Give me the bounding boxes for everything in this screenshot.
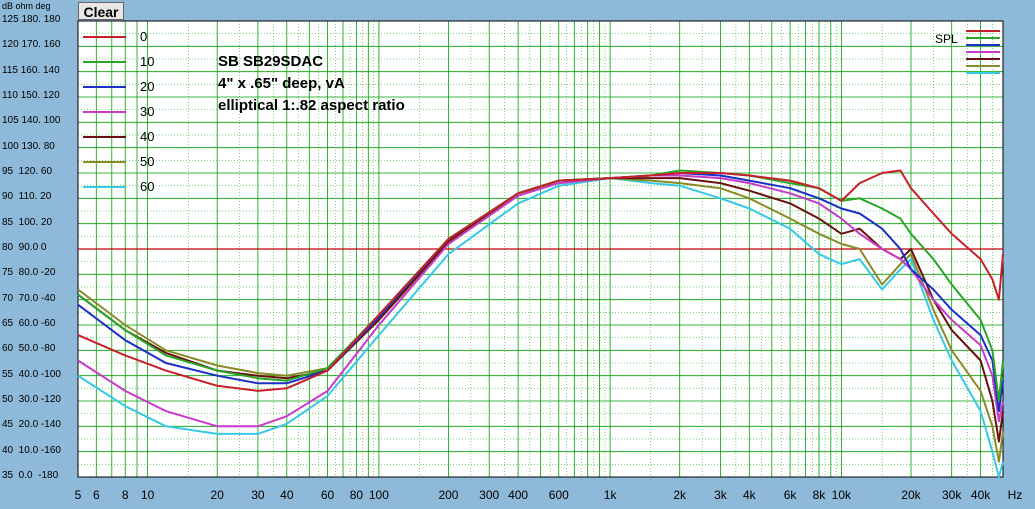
x-tick-label: 200 bbox=[438, 488, 459, 502]
legend-label-30: 30 bbox=[140, 104, 154, 119]
y-tick-label: 35 0.0 -180 bbox=[2, 470, 59, 481]
chart-window: 0 10 20 30 40 50 60 SPL SB SB29SDAC 4" x .65" d… bbox=[0, 0, 1035, 509]
y-tick-label: 125 180. 180 bbox=[2, 14, 61, 25]
y-tick-label: 80 90.0 0 bbox=[2, 242, 47, 253]
legend-label-40: 40 bbox=[140, 129, 154, 144]
legend-label-20: 20 bbox=[140, 79, 154, 94]
x-tick-label: 1k bbox=[603, 488, 617, 502]
annotation-line: SB SB29SDAC bbox=[218, 53, 323, 70]
x-tick-label: 30k bbox=[942, 488, 962, 502]
y-tick-label: 45 20.0 -140 bbox=[2, 419, 61, 431]
x-tick-label: 10k bbox=[831, 488, 852, 502]
legend-label-0: 0 bbox=[140, 29, 147, 44]
x-tick-label: 8 bbox=[121, 488, 129, 502]
axis-units-header: dB ohm deg bbox=[2, 1, 51, 11]
y-tick-label: 90 110. 20 bbox=[2, 191, 52, 203]
legend-label-10: 10 bbox=[140, 54, 154, 69]
y-tick-label: 60 50.0 -80 bbox=[2, 343, 56, 355]
y-tick-label: 100 130. 80 bbox=[2, 140, 55, 152]
y-tick-label: 75 80.0 -20 bbox=[2, 267, 56, 279]
x-tick-label: 80 bbox=[349, 488, 364, 502]
x-tick-label: 30 bbox=[251, 488, 265, 502]
x-tick-label: 20k bbox=[901, 488, 921, 502]
y-tick-label: 110 150. 120 bbox=[2, 90, 60, 101]
x-tick-label: 4k bbox=[742, 488, 756, 502]
spl-legend-label: SPL bbox=[935, 32, 958, 46]
y-tick-label: 70 70.0 -40 bbox=[2, 292, 56, 304]
x-tick-label: 600 bbox=[548, 488, 569, 502]
x-unit-label: Hz bbox=[1007, 488, 1023, 502]
y-tick-label: 55 40.0 -100 bbox=[2, 368, 61, 380]
y-tick-label: 120 170. 160 bbox=[2, 39, 61, 51]
x-tick-label: 20 bbox=[210, 488, 224, 502]
x-tick-label: 8k bbox=[812, 488, 826, 502]
x-tick-label: 60 bbox=[320, 488, 335, 502]
y-tick-label: 65 60.0 -60 bbox=[2, 318, 56, 329]
legend-label-50: 50 bbox=[140, 154, 154, 169]
y-tick-label: 115 160. 140 bbox=[2, 64, 60, 76]
y-tick-label: 40 10.0 -160 bbox=[2, 444, 61, 456]
x-tick-label: 2k bbox=[673, 488, 687, 502]
x-tick-label: 6 bbox=[92, 488, 100, 502]
annotation-line: 4" x .65" deep, vA bbox=[218, 75, 345, 92]
frequency-response-chart: 0 10 20 30 40 50 60 SPL SB SB29SDAC 4" x .65" d… bbox=[77, 20, 1004, 478]
x-tick-label: 400 bbox=[508, 488, 529, 502]
clear-button[interactable]: Clear bbox=[78, 2, 124, 20]
y-tick-label: 50 30.0 -120 bbox=[2, 394, 61, 405]
x-tick-label: 100 bbox=[368, 488, 389, 502]
x-tick-label: 40k bbox=[970, 488, 991, 502]
legend-label-60: 60 bbox=[140, 179, 154, 194]
x-tick-label: 6k bbox=[783, 488, 797, 502]
y-tick-label: 95 120. 60 bbox=[2, 166, 53, 177]
x-tick-label: 10 bbox=[140, 488, 155, 502]
x-tick-label: 5 bbox=[74, 488, 82, 502]
y-tick-label: 105 140. 100 bbox=[2, 115, 61, 127]
y-tick-label: 85 100. 20 bbox=[2, 216, 53, 228]
x-tick-label: 3k bbox=[714, 488, 727, 502]
annotation-line: elliptical 1:.82 aspect ratio bbox=[218, 97, 405, 114]
x-tick-label: 40 bbox=[280, 488, 294, 502]
x-tick-label: 300 bbox=[479, 488, 500, 502]
